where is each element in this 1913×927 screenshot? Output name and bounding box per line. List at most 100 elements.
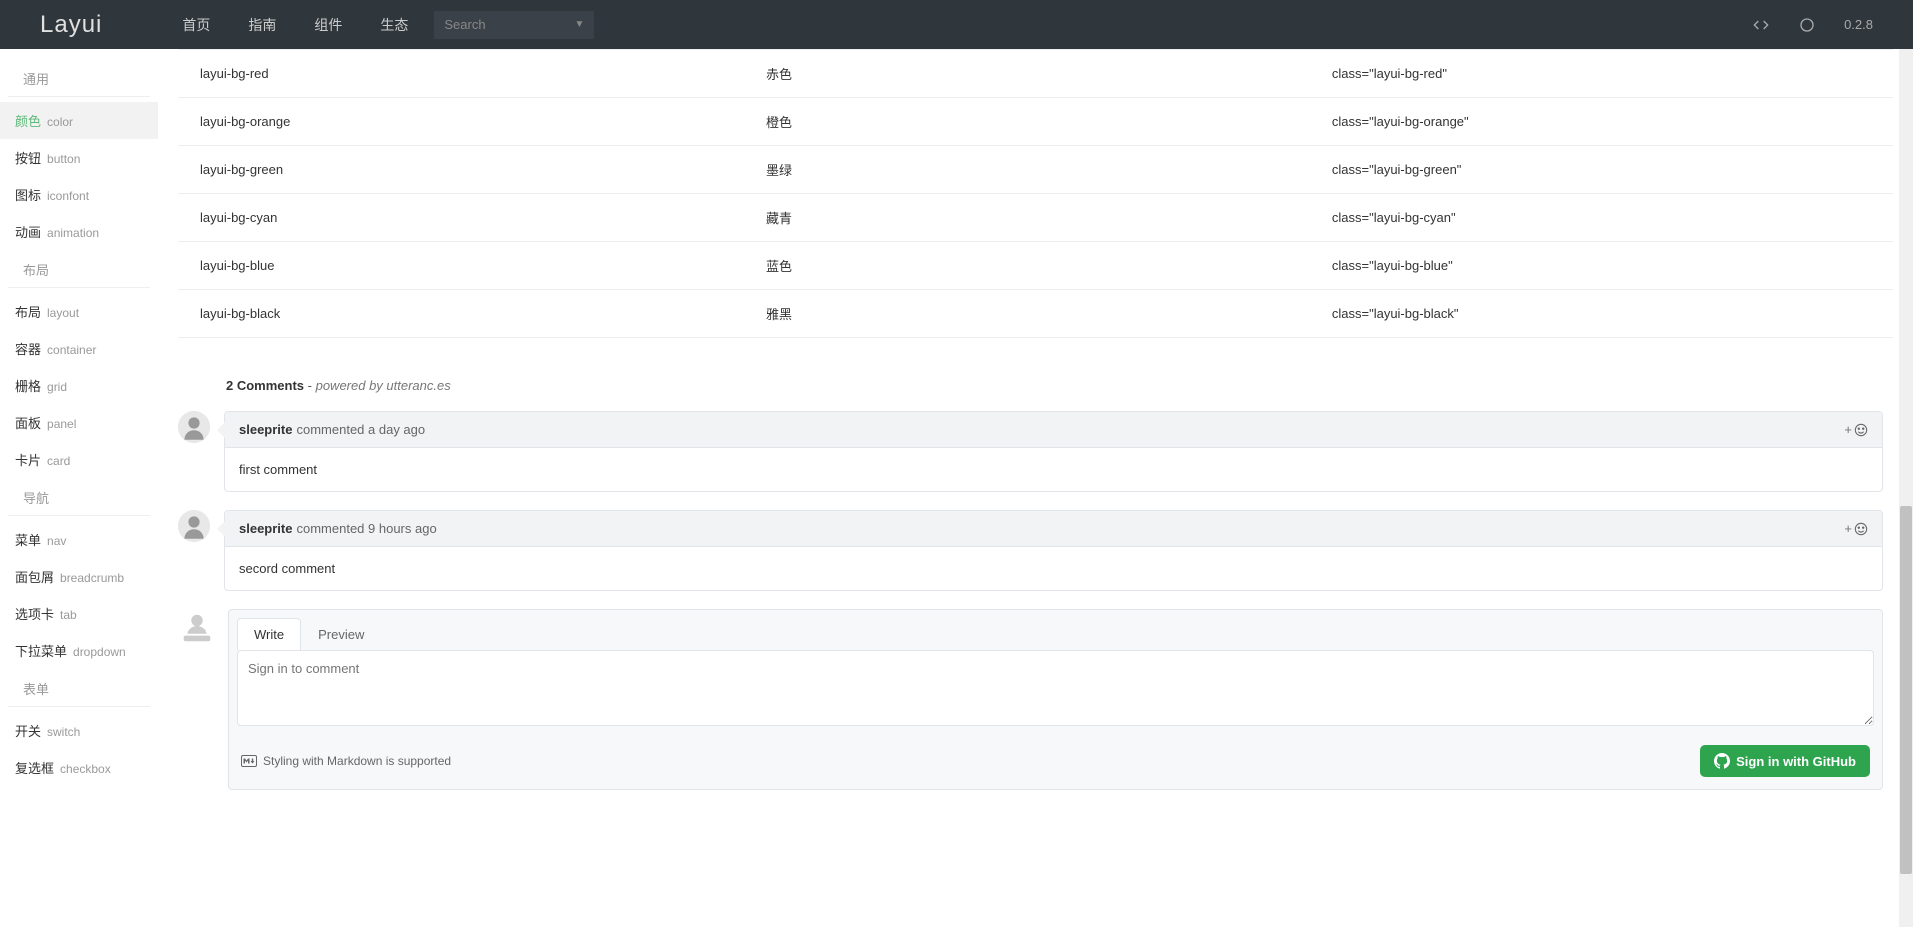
version-label: 0.2.8: [1844, 17, 1873, 32]
top-nav: Layui 首页 指南 组件 生态 ▼ 0.2.8: [0, 0, 1913, 49]
code-icon[interactable]: [1752, 16, 1770, 34]
sidebar-item-animation[interactable]: 动画 animation: [0, 213, 158, 250]
comment-author[interactable]: sleeprite: [239, 422, 292, 437]
main-content: layui-bg-red赤色class="layui-bg-red"layui-…: [158, 49, 1913, 820]
sidebar-item-sublabel: container: [47, 343, 96, 357]
comment-content: secord comment: [225, 547, 1882, 590]
sidebar-item-sublabel: card: [47, 454, 70, 468]
sidebar-group-title: 表单: [8, 669, 150, 707]
main-nav: 首页 指南 组件 生态: [182, 15, 408, 35]
sidebar-item-sublabel: layout: [47, 306, 79, 320]
sidebar-item-label: 开关: [15, 721, 41, 740]
message-icon[interactable]: [1798, 16, 1816, 34]
sidebar-item-sublabel: dropdown: [73, 645, 126, 659]
sidebar-item-layout[interactable]: 布局 layout: [0, 293, 158, 330]
logo[interactable]: Layui: [40, 11, 102, 39]
comment-body: sleeprite commented a day ago+first comm…: [224, 411, 1883, 492]
sidebar-item-label: 菜单: [15, 530, 41, 549]
table-row: layui-bg-black雅黑class="layui-bg-black": [178, 290, 1893, 338]
comment-header: sleeprite commented 9 hours ago+: [225, 511, 1882, 547]
powered-by[interactable]: powered by utteranc.es: [316, 378, 451, 393]
nav-item[interactable]: 组件: [314, 15, 342, 35]
sidebar-item-switch[interactable]: 开关 switch: [0, 712, 158, 749]
smiley-icon: [1854, 522, 1868, 536]
table-cell: layui-bg-blue: [178, 242, 744, 290]
nav-item[interactable]: 生态: [380, 15, 408, 35]
nav-item[interactable]: 首页: [182, 15, 210, 35]
table-cell: 蓝色: [744, 242, 1310, 290]
chevron-down-icon[interactable]: ▼: [574, 19, 584, 30]
comment-header: sleeprite commented a day ago +: [225, 412, 1882, 448]
avatar[interactable]: [178, 510, 210, 542]
sidebar-item-container[interactable]: 容器 container: [0, 330, 158, 367]
comments-count: 2 Comments: [226, 378, 304, 393]
editor-body: Write Preview Styling with Markdown is s…: [228, 609, 1883, 790]
sidebar-item-sublabel: color: [47, 115, 73, 129]
sidebar-item-checkbox[interactable]: 复选框checkbox: [0, 749, 158, 786]
table-row: layui-bg-orange橙色class="layui-bg-orange": [178, 98, 1893, 146]
table-cell: 赤色: [744, 50, 1310, 98]
sidebar-item-sublabel: tab: [60, 608, 77, 622]
sidebar-item-grid[interactable]: 栅格 grid: [0, 367, 158, 404]
sidebar-item-sublabel: grid: [47, 380, 67, 394]
table-cell: class="layui-bg-red": [1310, 50, 1893, 98]
markdown-icon: [241, 755, 257, 767]
sidebar-item-label: 面板: [15, 413, 41, 432]
table-row: layui-bg-red赤色class="layui-bg-red": [178, 50, 1893, 98]
anonymous-avatar: [178, 609, 216, 647]
sidebar-item-label: 栅格: [15, 376, 41, 395]
comment-textarea[interactable]: [237, 650, 1874, 726]
sidebar-item-sublabel: breadcrumb: [60, 571, 124, 585]
table-cell: 雅黑: [744, 290, 1310, 338]
sidebar-item-card[interactable]: 卡片 card: [0, 441, 158, 478]
table-cell: class="layui-bg-orange": [1310, 98, 1893, 146]
reaction-button[interactable]: +: [1844, 521, 1868, 536]
markdown-note[interactable]: Styling with Markdown is supported: [241, 754, 451, 768]
signin-github-button[interactable]: Sign in with GitHub: [1700, 745, 1870, 777]
sidebar-item-color[interactable]: 颜色 color: [0, 102, 158, 139]
sidebar-item-label: 动画: [15, 222, 41, 241]
editor-tabs: Write Preview: [229, 610, 1882, 650]
sidebar-item-sublabel: button: [47, 152, 80, 166]
tab-write[interactable]: Write: [237, 618, 301, 650]
table-cell: class="layui-bg-black": [1310, 290, 1893, 338]
sidebar-item-nav[interactable]: 菜单 nav: [0, 521, 158, 558]
sidebar-item-breadcrumb[interactable]: 面包屑breadcrumb: [0, 558, 158, 595]
comment-body: sleeprite commented 9 hours ago+secord c…: [224, 510, 1883, 591]
sidebar-item-dropdown[interactable]: 下拉菜单dropdown: [0, 632, 158, 669]
sidebar-item-label: 图标: [15, 185, 41, 204]
sidebar-item-sublabel: switch: [47, 725, 80, 739]
search-input[interactable]: [444, 17, 574, 32]
comment: sleeprite commented 9 hours ago+secord c…: [178, 510, 1883, 591]
color-table: layui-bg-red赤色class="layui-bg-red"layui-…: [178, 49, 1893, 338]
sidebar-item-label: 卡片: [15, 450, 41, 469]
sidebar-item-label: 颜色: [15, 111, 41, 130]
scrollbar[interactable]: [1899, 49, 1913, 927]
table-cell: class="layui-bg-cyan": [1310, 194, 1893, 242]
table-cell: layui-bg-black: [178, 290, 744, 338]
comment-author[interactable]: sleeprite: [239, 521, 292, 536]
sidebar-item-sublabel: panel: [47, 417, 76, 431]
search-box[interactable]: ▼: [434, 11, 594, 39]
sidebar-item-sublabel: nav: [47, 534, 66, 548]
sidebar-item-panel[interactable]: 面板 panel: [0, 404, 158, 441]
sidebar-item-button[interactable]: 按钮button: [0, 139, 158, 176]
table-row: layui-bg-green墨绿class="layui-bg-green": [178, 146, 1893, 194]
sidebar-item-sublabel: animation: [47, 226, 99, 240]
scrollbar-thumb[interactable]: [1900, 506, 1912, 875]
sidebar-group-title: 导航: [8, 478, 150, 516]
github-icon: [1714, 753, 1730, 769]
table-cell: 藏青: [744, 194, 1310, 242]
table-cell: layui-bg-orange: [178, 98, 744, 146]
comment-meta: commented a day ago: [296, 422, 425, 437]
table-cell: 墨绿: [744, 146, 1310, 194]
sidebar-item-iconfont[interactable]: 图标iconfont: [0, 176, 158, 213]
reaction-button[interactable]: +: [1844, 422, 1868, 437]
sidebar-item-label: 容器: [15, 339, 41, 358]
sidebar-item-label: 复选框: [15, 758, 54, 777]
sidebar-item-tab[interactable]: 选项卡tab: [0, 595, 158, 632]
tab-preview[interactable]: Preview: [301, 618, 381, 650]
nav-item[interactable]: 指南: [248, 15, 276, 35]
avatar[interactable]: [178, 411, 210, 443]
sidebar-item-label: 布局: [15, 302, 41, 321]
